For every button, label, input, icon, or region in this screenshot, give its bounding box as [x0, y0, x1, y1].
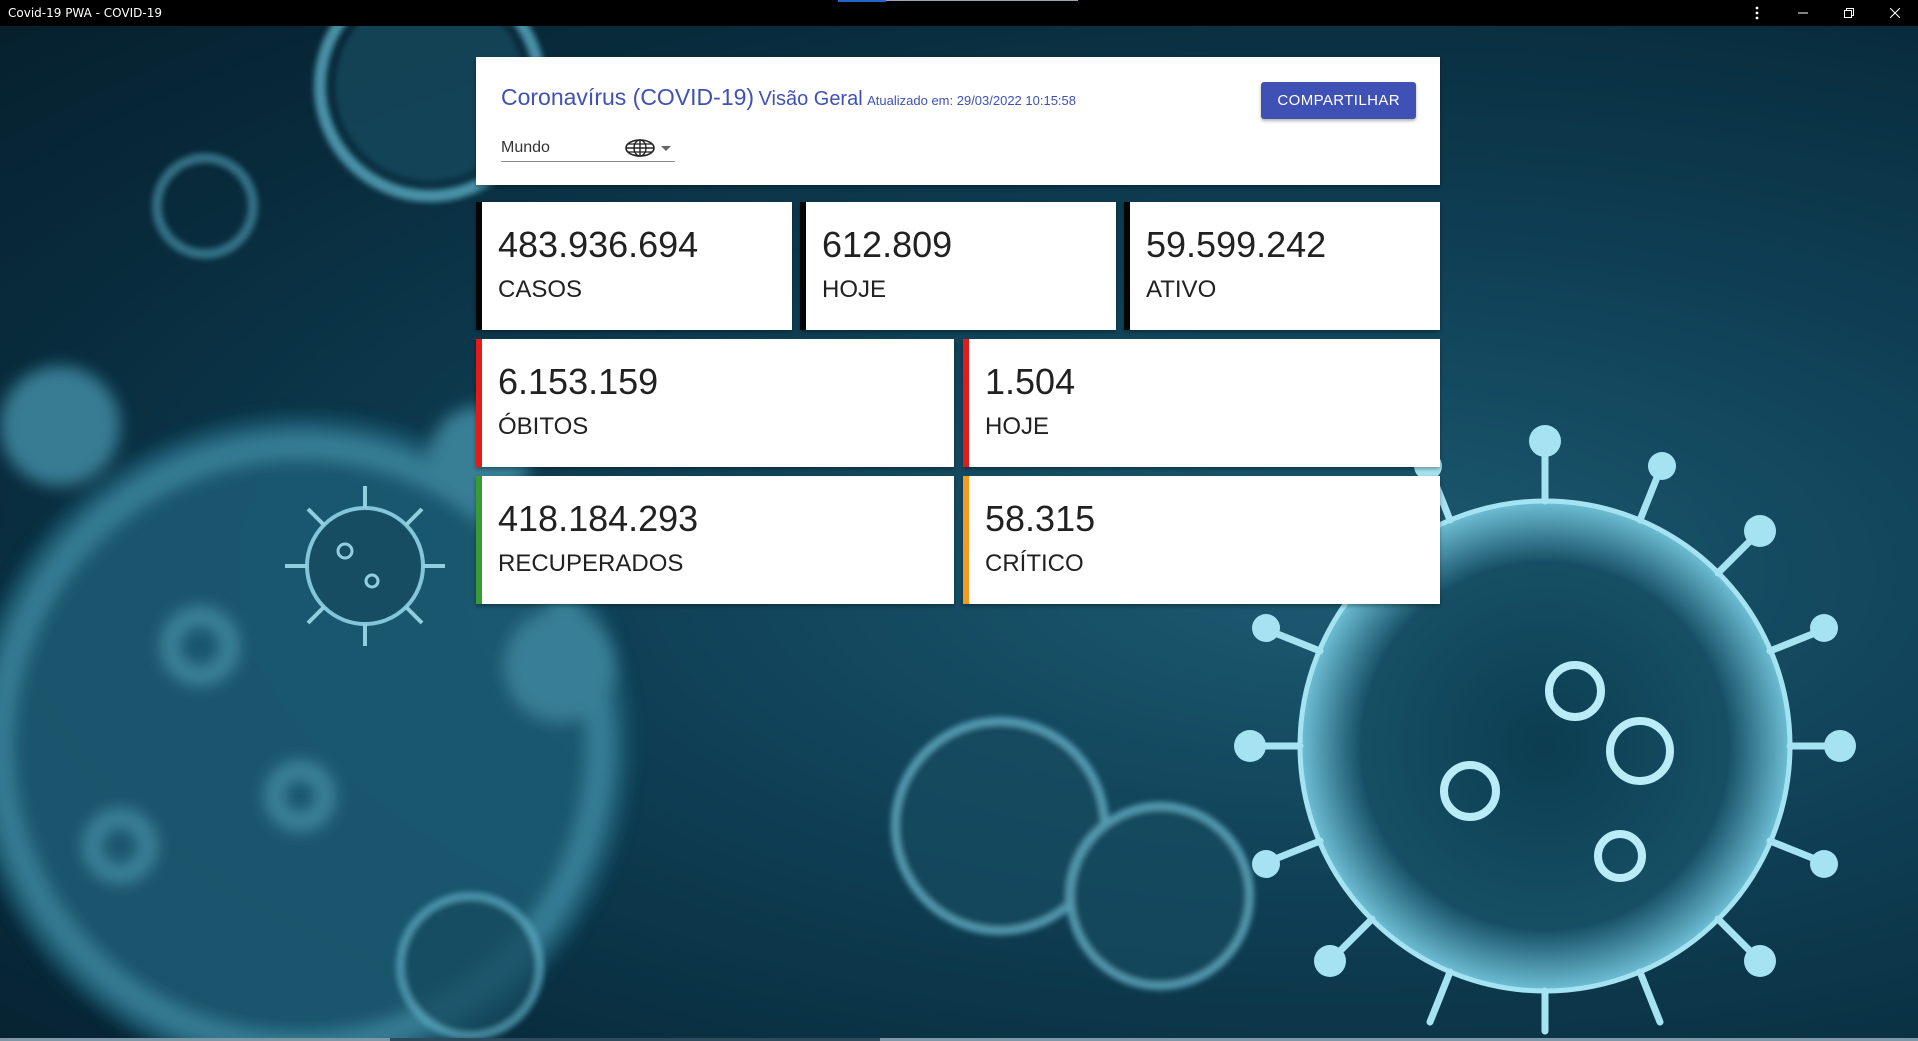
title-sub: Visão Geral: [758, 88, 863, 110]
more-vert-icon[interactable]: [1734, 0, 1780, 26]
stat-card-critical: 58.315 CRÍTICO: [963, 476, 1440, 604]
cases-label: CASOS: [498, 276, 583, 303]
stat-card-active: 59.599.242 ATIVO: [1124, 202, 1440, 330]
globe-icon: [625, 139, 655, 157]
deaths-label: ÓBITOS: [498, 413, 589, 440]
titlebar-accent-line: [886, 0, 1078, 1]
window-title: Covid-19 PWA - COVID-19: [8, 6, 163, 20]
recovered-value: 418.184.293: [498, 498, 699, 539]
chevron-down-icon: [661, 145, 671, 151]
recovered-label: RECUPERADOS: [498, 550, 684, 577]
stat-card-cases: 483.936.694 CASOS: [476, 202, 792, 330]
active-label: ATIVO: [1146, 276, 1217, 303]
page-title: Coronavírus (COVID-19) Visão Geral Atual…: [501, 84, 1076, 111]
region-select[interactable]: Mundo: [501, 135, 675, 162]
stat-card-deaths: 6.153.159 ÓBITOS: [476, 339, 954, 467]
overview-header-card: Coronavírus (COVID-19) Visão Geral Atual…: [476, 57, 1440, 185]
share-button[interactable]: COMPARTILHAR: [1261, 82, 1416, 119]
titlebar-accent: [838, 0, 886, 2]
cases-value: 483.936.694: [498, 224, 699, 265]
updated-timestamp: Atualizado em: 29/03/2022 10:15:58: [867, 93, 1077, 108]
region-select-value: Mundo: [501, 139, 550, 156]
deaths-today-value: 1.504: [985, 361, 1076, 402]
active-value: 59.599.242: [1146, 224, 1327, 265]
window-titlebar: Covid-19 PWA - COVID-19: [0, 0, 1918, 26]
deaths-value: 6.153.159: [498, 361, 659, 402]
title-main: Coronavírus (COVID-19): [501, 84, 755, 110]
restore-icon[interactable]: [1826, 0, 1872, 26]
stat-card-deaths-today: 1.504 HOJE: [963, 339, 1440, 467]
stat-card-cases-today: 612.809 HOJE: [800, 202, 1116, 330]
stat-card-recovered: 418.184.293 RECUPERADOS: [476, 476, 954, 604]
critical-label: CRÍTICO: [985, 550, 1084, 577]
critical-value: 58.315: [985, 498, 1096, 539]
cases-today-value: 612.809: [822, 224, 953, 265]
close-icon[interactable]: [1872, 0, 1918, 26]
deaths-today-label: HOJE: [985, 413, 1050, 440]
minimize-icon[interactable]: [1780, 0, 1826, 26]
cases-today-label: HOJE: [822, 276, 887, 303]
